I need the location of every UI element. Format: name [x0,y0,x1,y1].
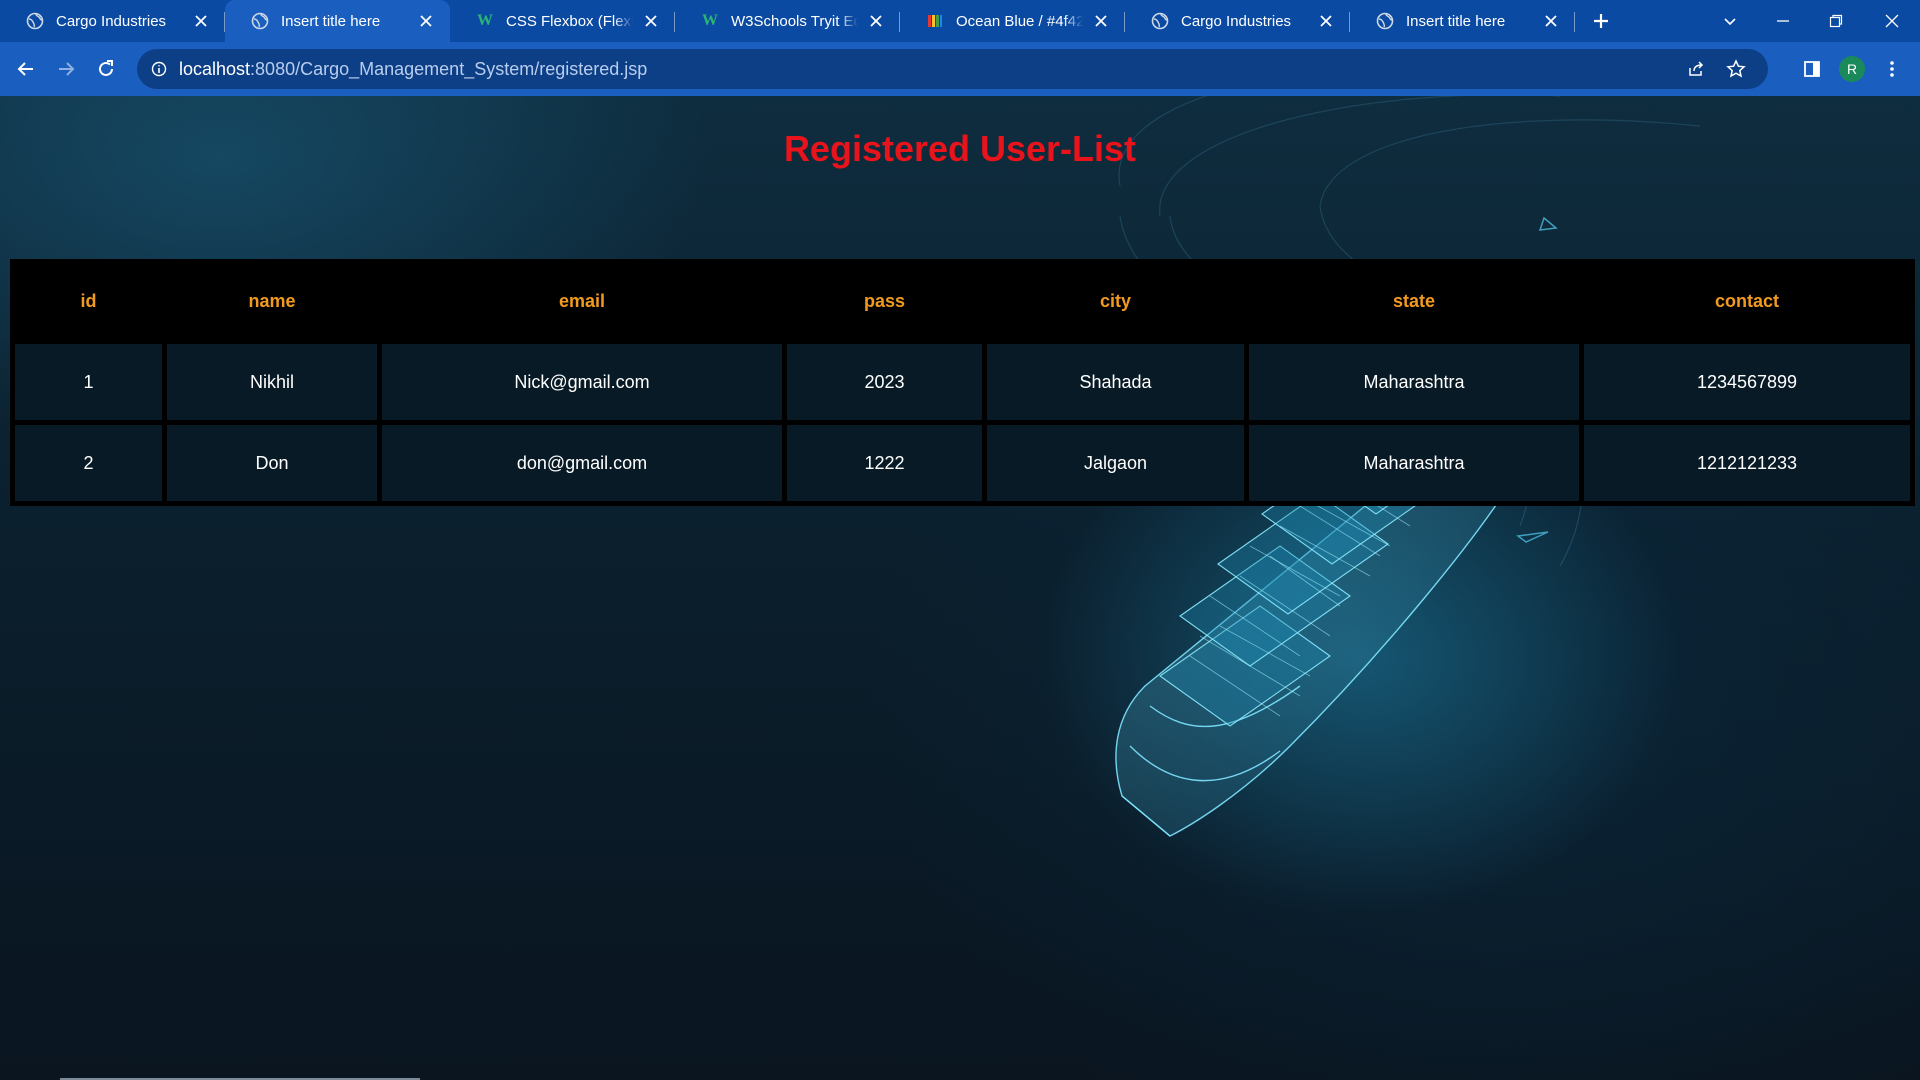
plus-icon [1594,14,1608,28]
column-header-pass: pass [787,264,982,339]
reload-button[interactable] [86,49,126,89]
tab-cargo-industries-1[interactable]: Cargo Industries [0,0,225,42]
back-button[interactable] [6,49,46,89]
tab-title: Ocean Blue / #4f42b5 [956,12,1083,30]
globe-icon [26,12,44,30]
tab-strip: Cargo Industries Insert title here W CSS… [0,0,1920,42]
cell-id: 1 [15,344,162,420]
tab-title: Insert title here [1406,12,1506,30]
arrow-right-icon [59,62,75,76]
cell-city: Shahada [987,344,1244,420]
close-window-button[interactable] [1864,0,1920,42]
tab-title: CSS Flexbox (Flexible Box) [506,12,633,30]
address-bar[interactable]: localhost:8080/Cargo_Management_System/r… [137,49,1768,89]
url-host: localhost [179,58,251,79]
tab-title: Cargo Industries [56,12,167,30]
column-header-id: id [15,264,162,339]
tab-cargo-industries-2[interactable]: Cargo Industries [1125,0,1350,42]
tab-ocean-blue[interactable]: Ocean Blue / #4f42b5 [900,0,1125,42]
reload-icon [99,60,113,76]
column-header-state: state [1249,264,1579,339]
globe-icon [1151,12,1169,30]
column-header-email: email [382,264,782,339]
url-text: localhost:8080/Cargo_Management_System/r… [179,59,647,80]
cargo-ship-background-image [1040,96,1787,916]
window-controls [1702,0,1920,42]
more-vertical-icon [1890,61,1894,77]
browser-toolbar: localhost:8080/Cargo_Management_System/r… [0,42,1920,96]
tab-search-button[interactable] [1702,0,1758,42]
table-header-row: id name email pass city state contact [15,264,1910,339]
tab-insert-title-active[interactable]: Insert title here [225,0,450,42]
close-icon[interactable] [1541,11,1561,31]
globe-icon [1376,12,1394,30]
tab-title: Cargo Industries [1181,12,1292,30]
avatar: R [1839,56,1865,82]
tab-insert-title-2[interactable]: Insert title here [1350,0,1575,42]
toolbar-right: R [1792,42,1920,96]
side-panel-icon [1804,61,1820,77]
bookmark-button[interactable] [1716,49,1756,89]
w3schools-icon: W [477,12,493,29]
forward-button[interactable] [46,49,86,89]
share-icon [1689,61,1704,76]
star-icon [1726,59,1746,78]
cell-city: Jalgaon [987,425,1244,501]
side-panel-button[interactable] [1792,49,1832,89]
restore-button[interactable] [1808,0,1864,42]
cell-email: Nick@gmail.com [382,344,782,420]
tab-title: Insert title here [281,12,381,30]
restore-icon [1829,14,1843,28]
cell-email: don@gmail.com [382,425,782,501]
w3schools-icon: W [702,12,718,29]
cell-name: Nikhil [167,344,377,420]
cell-contact: 1212121233 [1584,425,1910,501]
user-table-wrapper: id name email pass city state contact 1 … [10,259,1915,506]
arrow-left-icon [17,62,33,76]
cell-name: Don [167,425,377,501]
color-palette-icon [926,12,944,30]
cell-state: Maharashtra [1249,425,1579,501]
cell-contact: 1234567899 [1584,344,1910,420]
table-row: 2 Don don@gmail.com 1222 Jalgaon Maharas… [15,425,1910,501]
cell-pass: 1222 [787,425,982,501]
url-path: :8080/Cargo_Management_System/registered… [250,58,648,79]
table-row: 1 Nikhil Nick@gmail.com 2023 Shahada Mah… [15,344,1910,420]
globe-icon [251,12,269,30]
column-header-city: city [987,264,1244,339]
close-icon[interactable] [866,11,886,31]
close-icon[interactable] [416,11,436,31]
close-icon[interactable] [641,11,661,31]
page-viewport: Registered User-List id name email pass … [0,96,1920,1080]
column-header-name: name [167,264,377,339]
column-header-contact: contact [1584,264,1910,339]
close-icon[interactable] [191,11,211,31]
cell-id: 2 [15,425,162,501]
info-icon[interactable] [151,61,167,77]
minimize-icon [1777,20,1789,22]
address-bar-actions [1676,49,1756,89]
tab-w3schools-tryit[interactable]: W W3Schools Tryit Editor [675,0,900,42]
profile-button[interactable]: R [1832,49,1872,89]
chevron-down-icon [1724,18,1736,26]
new-tab-button[interactable] [1581,0,1621,42]
cell-pass: 2023 [787,344,982,420]
registered-users-table: id name email pass city state contact 1 … [10,259,1915,506]
close-icon[interactable] [1091,11,1111,31]
cell-state: Maharashtra [1249,344,1579,420]
close-icon [1885,14,1899,28]
tab-css-flexbox[interactable]: W CSS Flexbox (Flexible Box) [450,0,675,42]
page-title: Registered User-List [783,128,1137,169]
tab-title: W3Schools Tryit Editor [731,12,858,30]
menu-button[interactable] [1872,49,1912,89]
minimize-button[interactable] [1758,0,1808,42]
share-button[interactable] [1676,49,1716,89]
close-icon[interactable] [1316,11,1336,31]
